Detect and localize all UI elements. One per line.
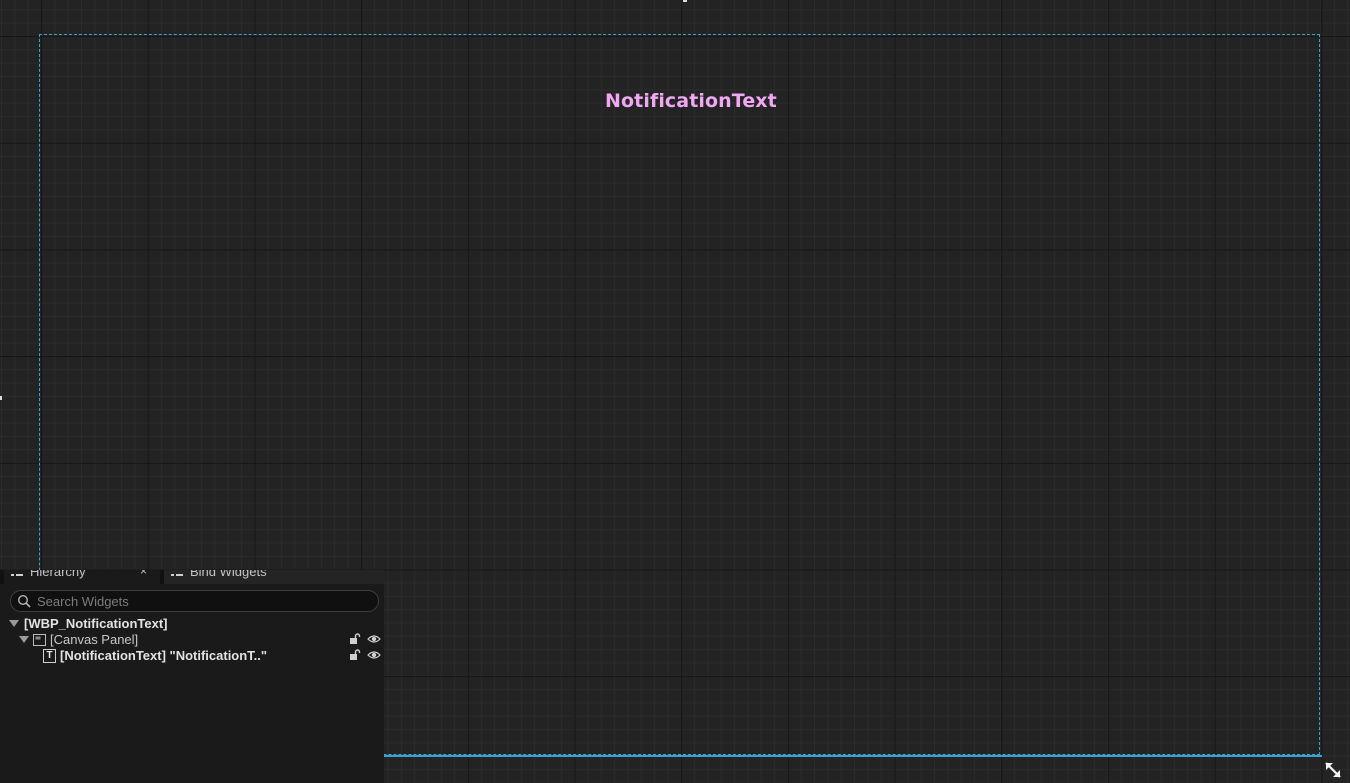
panel-tab-strip: Hierarchy × Bind Widgets bbox=[0, 570, 384, 584]
canvas-panel-icon bbox=[33, 634, 46, 646]
ruler-marker-top bbox=[683, 0, 687, 2]
tree-row-notification-text[interactable]: T [NotificationText] "NotificationT.." bbox=[0, 648, 384, 664]
search-icon bbox=[17, 594, 31, 608]
expand-arrow-icon[interactable] bbox=[9, 620, 19, 627]
expand-arrow-icon[interactable] bbox=[19, 636, 29, 643]
unlock-icon[interactable] bbox=[349, 633, 361, 645]
resize-arrows-icon[interactable] bbox=[1323, 760, 1343, 780]
tree-row-canvas-panel[interactable]: [Canvas Panel] bbox=[0, 632, 384, 648]
ruler-marker-left bbox=[0, 396, 2, 400]
tree-item-label: [Canvas Panel] bbox=[50, 632, 139, 647]
close-tab-icon[interactable]: × bbox=[140, 570, 147, 578]
tab-bind-widgets-label: Bind Widgets bbox=[190, 570, 267, 579]
hierarchy-icon bbox=[11, 574, 23, 576]
tree-row-root[interactable]: [WBP_NotificationText] bbox=[0, 616, 384, 632]
eye-icon[interactable] bbox=[367, 634, 381, 644]
text-widget-icon: T bbox=[43, 649, 56, 663]
search-box[interactable] bbox=[10, 590, 379, 612]
tab-hierarchy[interactable]: Hierarchy × bbox=[4, 570, 160, 584]
notification-text-widget[interactable]: NotificationText bbox=[605, 90, 777, 112]
tree-item-label: [WBP_NotificationText] bbox=[24, 616, 168, 631]
bind-widgets-icon bbox=[171, 574, 183, 576]
tab-bind-widgets[interactable]: Bind Widgets bbox=[164, 570, 384, 584]
tree-item-label: [NotificationText] "NotificationT.." bbox=[60, 648, 268, 663]
unlock-icon[interactable] bbox=[349, 649, 361, 661]
tab-hierarchy-label: Hierarchy bbox=[30, 570, 86, 579]
eye-icon[interactable] bbox=[367, 650, 381, 660]
search-input[interactable] bbox=[37, 592, 367, 610]
canvas-selection-edge bbox=[384, 755, 1322, 757]
hierarchy-panel: Hierarchy × Bind Widgets [WBP_Notificati… bbox=[0, 570, 384, 783]
